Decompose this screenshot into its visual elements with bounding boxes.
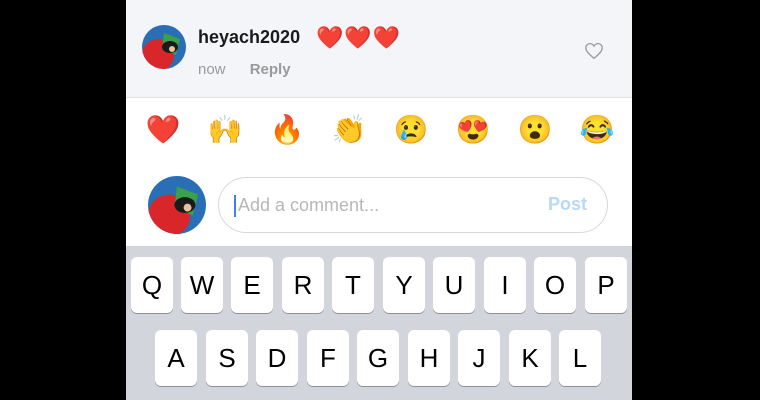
- commenter-avatar[interactable]: [142, 25, 186, 69]
- emoji-laughing-button[interactable]: 😂: [577, 113, 617, 146]
- key-w[interactable]: W: [181, 257, 223, 313]
- key-h[interactable]: H: [408, 330, 450, 386]
- emoji-raised-hands-button[interactable]: 🙌: [205, 113, 245, 146]
- key-y[interactable]: Y: [383, 257, 425, 313]
- keyboard: Q W E R T Y U I O P A S D F G H J K L: [126, 246, 632, 400]
- key-a[interactable]: A: [155, 330, 197, 386]
- key-r[interactable]: R: [282, 257, 324, 313]
- comment-row: heyach2020 ❤️❤️❤️ now Reply: [126, 0, 632, 98]
- key-e[interactable]: E: [231, 257, 273, 313]
- comment-input-container[interactable]: Post: [218, 177, 608, 233]
- emoji-heart-eyes-button[interactable]: 😍: [453, 113, 493, 146]
- post-button[interactable]: Post: [548, 194, 587, 215]
- key-g[interactable]: G: [357, 330, 399, 386]
- comment-meta: now Reply: [198, 61, 291, 78]
- key-i[interactable]: I: [484, 257, 526, 313]
- emoji-fire-button[interactable]: 🔥: [267, 113, 307, 146]
- key-s[interactable]: S: [206, 330, 248, 386]
- heart-outline-icon[interactable]: [584, 42, 604, 60]
- comment-timestamp: now: [198, 61, 226, 78]
- text-caret: [234, 195, 236, 217]
- user-avatar: [148, 176, 206, 234]
- emoji-surprised-button[interactable]: 😮: [515, 113, 555, 146]
- comment-composer: Post: [126, 168, 632, 246]
- key-o[interactable]: O: [534, 257, 576, 313]
- key-u[interactable]: U: [433, 257, 475, 313]
- key-k[interactable]: K: [509, 330, 551, 386]
- key-j[interactable]: J: [458, 330, 500, 386]
- key-l[interactable]: L: [559, 330, 601, 386]
- key-q[interactable]: Q: [131, 257, 173, 313]
- emoji-crying-button[interactable]: 😢: [391, 113, 431, 146]
- reply-button[interactable]: Reply: [250, 61, 291, 78]
- comment-input[interactable]: [238, 190, 538, 220]
- quick-emoji-bar: ❤️ 🙌 🔥 👏 😢 😍 😮 😂: [126, 98, 632, 168]
- key-f[interactable]: F: [307, 330, 349, 386]
- key-t[interactable]: T: [332, 257, 374, 313]
- emoji-heart-button[interactable]: ❤️: [143, 113, 183, 146]
- key-p[interactable]: P: [585, 257, 627, 313]
- emoji-clap-button[interactable]: 👏: [329, 113, 369, 146]
- app-screen: heyach2020 ❤️❤️❤️ now Reply ❤️ 🙌 🔥 👏 😢 😍…: [126, 0, 632, 400]
- key-d[interactable]: D: [256, 330, 298, 386]
- comment-text: ❤️❤️❤️: [316, 25, 402, 50]
- comment-username[interactable]: heyach2020: [198, 27, 300, 48]
